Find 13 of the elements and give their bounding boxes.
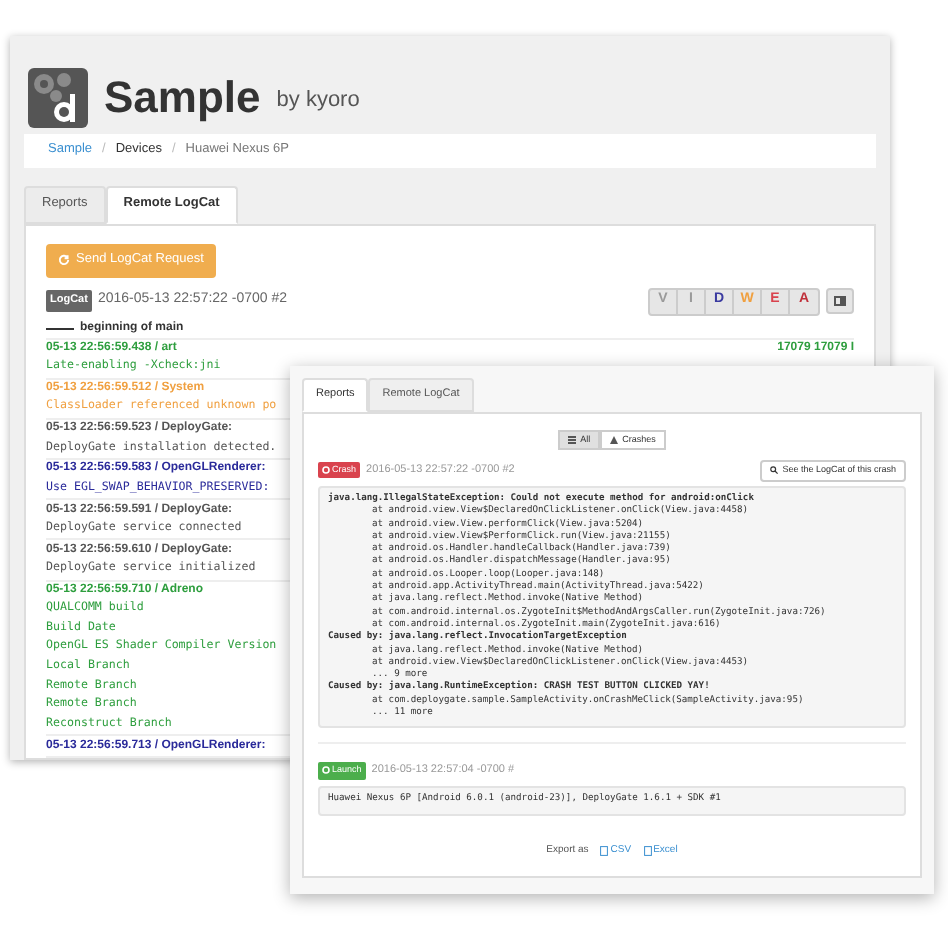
search-icon xyxy=(770,466,779,474)
file-icon xyxy=(600,845,609,856)
badge-icon xyxy=(322,766,330,775)
warning-icon xyxy=(610,436,619,444)
panel-icon xyxy=(834,296,846,307)
badge-icon xyxy=(322,466,330,474)
list-icon xyxy=(568,436,577,444)
refresh-icon xyxy=(58,254,70,267)
file-icon xyxy=(643,845,652,856)
app-logo-icon xyxy=(28,68,88,129)
app-title: Sample xyxy=(104,76,261,121)
toggle-view-button[interactable] xyxy=(826,288,854,315)
app-owner: by kyoro xyxy=(276,85,360,116)
